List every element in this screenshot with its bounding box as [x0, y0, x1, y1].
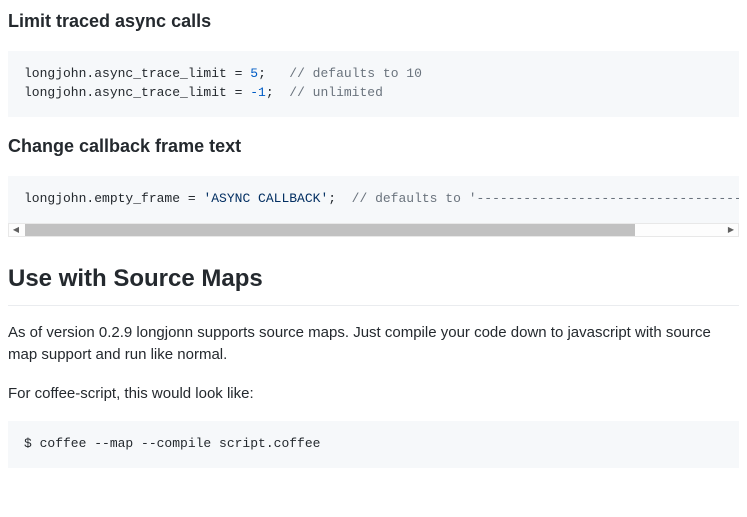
code-text: longjohn.async_trace_limit =	[24, 66, 250, 81]
code-number: -1	[250, 85, 266, 100]
code-text: longjohn.empty_frame =	[24, 191, 203, 206]
code-number: 5	[250, 66, 258, 81]
horizontal-scrollbar[interactable]: ◀ ▶	[8, 223, 739, 237]
scroll-right-arrow-icon[interactable]: ▶	[724, 224, 738, 236]
paragraph-source-maps-1: As of version 0.2.9 longjonn supports so…	[8, 322, 739, 367]
code-string: 'ASYNC CALLBACK'	[203, 191, 328, 206]
heading-change-callback: Change callback frame text	[8, 133, 739, 160]
code-text: ;	[258, 66, 289, 81]
code-block-wrap: longjohn.empty_frame = 'ASYNC CALLBACK';…	[8, 176, 739, 237]
code-block-callback: longjohn.empty_frame = 'ASYNC CALLBACK';…	[8, 176, 739, 223]
code-text: longjohn.async_trace_limit =	[24, 85, 250, 100]
code-block-coffee: $ coffee --map --compile script.coffee	[8, 421, 739, 468]
paragraph-source-maps-2: For coffee-script, this would look like:	[8, 383, 739, 406]
code-block-limit: longjohn.async_trace_limit = 5; // defau…	[8, 51, 739, 117]
code-comment: // defaults to 10	[289, 66, 422, 81]
code-comment: // unlimited	[289, 85, 383, 100]
heading-source-maps: Use with Source Maps	[8, 261, 739, 306]
scrollbar-thumb[interactable]	[25, 224, 635, 236]
code-comment: // defaults to '------------------------…	[352, 191, 739, 206]
heading-limit-traced: Limit traced async calls	[8, 8, 739, 35]
code-text: ;	[266, 85, 289, 100]
scroll-left-arrow-icon[interactable]: ◀	[9, 224, 23, 236]
code-text: ;	[328, 191, 351, 206]
